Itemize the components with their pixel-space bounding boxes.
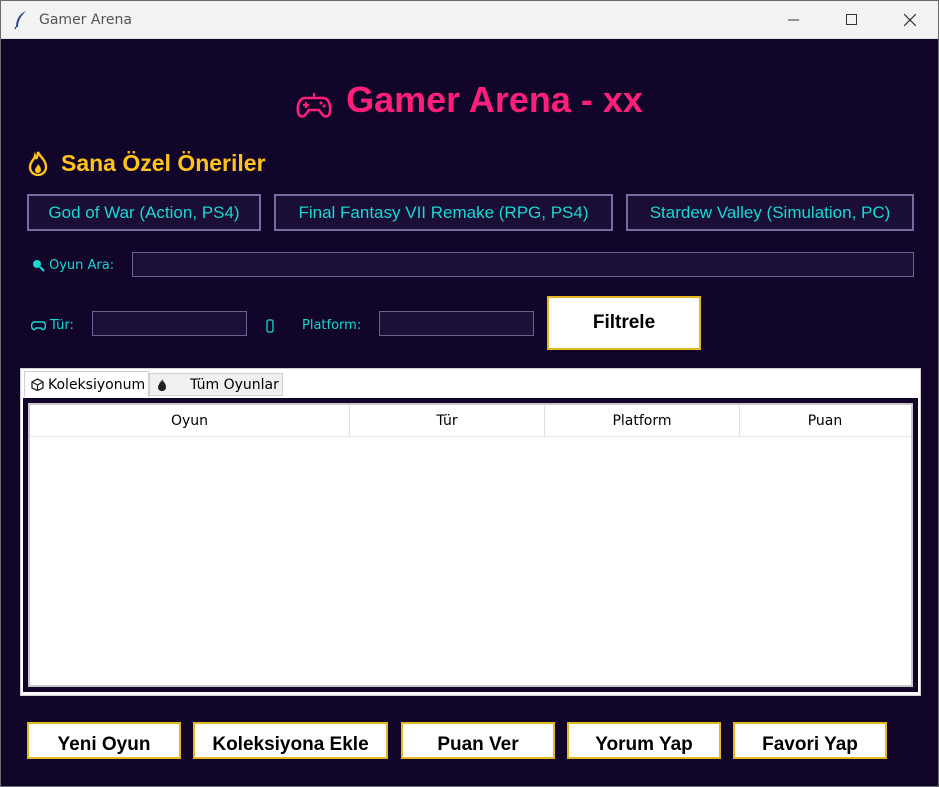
- app-window: Gamer Arena Gamer Arena - xx Sana Özel Ö…: [0, 0, 939, 787]
- app-title: Gamer Arena - xx: [346, 79, 643, 120]
- fire-icon: [28, 150, 48, 176]
- search-label: Oyun Ara:: [31, 256, 114, 274]
- tab-all-games[interactable]: Tüm Oyunlar: [149, 373, 283, 396]
- tab-notebook: Koleksiyonum Tüm Oyunlar Oyun Tür Platfo…: [20, 368, 921, 696]
- recommendations-title: Sana Özel Öneriler: [61, 149, 266, 176]
- platform-label: Platform:: [302, 317, 362, 333]
- gamepad-icon: [296, 93, 332, 118]
- search-input[interactable]: [132, 252, 914, 277]
- genre-input[interactable]: [92, 311, 247, 336]
- box-icon: [31, 378, 44, 391]
- filter-button[interactable]: Filtrele: [547, 296, 701, 350]
- games-table[interactable]: Oyun Tür Platform Puan: [28, 403, 913, 687]
- column-header-game[interactable]: Oyun: [30, 405, 350, 437]
- close-icon: [904, 14, 916, 26]
- fire-icon: [158, 378, 166, 391]
- recommendation-button[interactable]: Final Fantasy VII Remake (RPG, PS4): [274, 194, 613, 231]
- platform-input[interactable]: [379, 311, 534, 336]
- window-title: Gamer Arena: [39, 12, 132, 28]
- maximize-button[interactable]: [823, 1, 881, 39]
- table-header: Oyun Tür Platform Puan: [30, 405, 911, 437]
- column-header-platform[interactable]: Platform: [545, 405, 740, 437]
- app-header: Gamer Arena - xx: [1, 75, 938, 125]
- recommendations-heading: Sana Özel Öneriler: [27, 147, 266, 179]
- new-game-button[interactable]: Yeni Oyun: [27, 722, 181, 759]
- maximize-icon: [846, 14, 857, 25]
- search-label-text: Oyun Ara:: [49, 257, 115, 273]
- recommendation-button[interactable]: Stardew Valley (Simulation, PC): [626, 194, 914, 231]
- favorite-button[interactable]: Favori Yap: [733, 722, 887, 759]
- genre-label-text: Tür:: [50, 317, 74, 333]
- add-to-collection-button[interactable]: Koleksiyona Ekle: [193, 722, 388, 759]
- feather-icon: [14, 11, 26, 30]
- tab-collection[interactable]: Koleksiyonum: [24, 371, 149, 397]
- column-header-rating[interactable]: Puan: [740, 405, 910, 437]
- close-button[interactable]: [881, 1, 939, 39]
- column-header-genre[interactable]: Tür: [350, 405, 545, 437]
- recommendation-button[interactable]: God of War (Action, PS4): [27, 194, 261, 231]
- minimize-icon: [788, 19, 799, 21]
- minimize-button[interactable]: [765, 1, 823, 39]
- gamepad-icon: [31, 321, 46, 331]
- search-icon: [33, 260, 45, 272]
- tab-content: Oyun Tür Platform Puan: [23, 398, 918, 692]
- title-bar[interactable]: Gamer Arena: [1, 1, 938, 39]
- mobile-icon: [266, 319, 274, 333]
- comment-button[interactable]: Yorum Yap: [567, 722, 721, 759]
- tab-label: Koleksiyonum: [48, 376, 146, 393]
- tab-label: Tüm Oyunlar: [190, 376, 279, 393]
- rate-button[interactable]: Puan Ver: [401, 722, 555, 759]
- genre-label: Tür:: [31, 316, 74, 334]
